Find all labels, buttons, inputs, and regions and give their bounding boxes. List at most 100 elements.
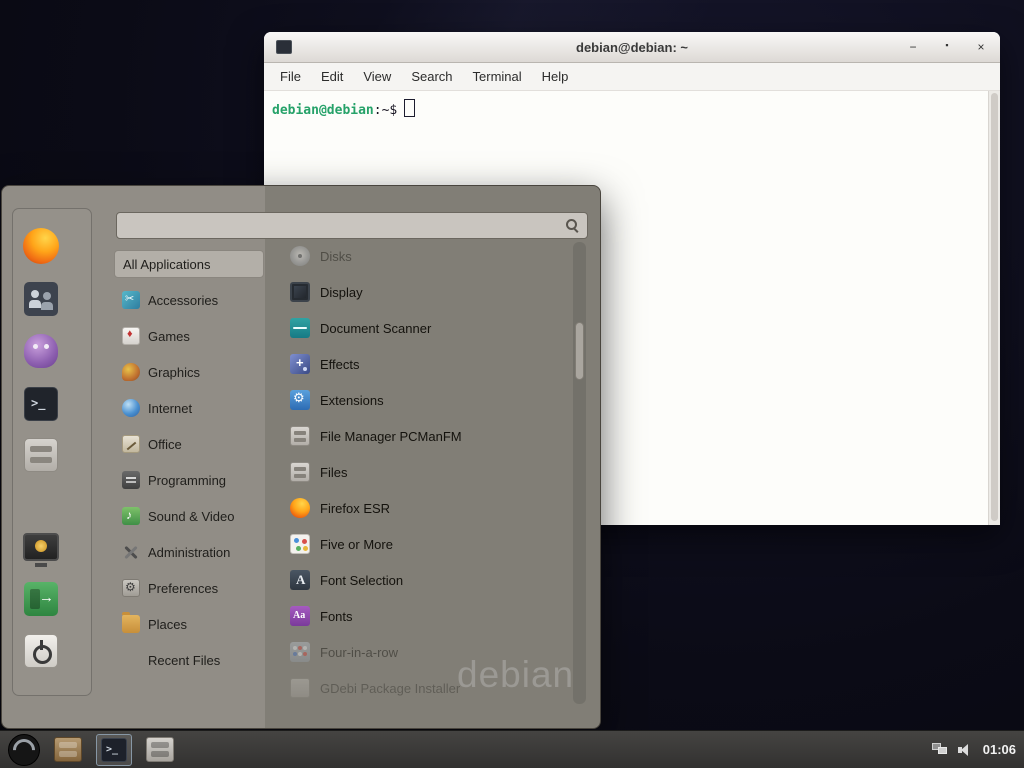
lock-screen-icon	[23, 533, 59, 561]
terminal-cursor	[404, 99, 415, 117]
font-selection-icon	[290, 570, 310, 590]
app-label: Disks	[320, 249, 352, 264]
category-label: Administration	[148, 545, 230, 560]
category-programming[interactable]: Programming	[114, 466, 264, 494]
app-item-files[interactable]: Files	[290, 458, 572, 486]
bottom-panel: 01:06	[0, 730, 1024, 768]
app-item-effects[interactable]: Effects	[290, 350, 572, 378]
desktop[interactable]: debian@debian: ~ − ▪ × File Edit View Se…	[0, 0, 1024, 768]
terminal-icon	[101, 738, 127, 762]
places-icon	[122, 615, 140, 633]
favorite-terminal[interactable]	[19, 382, 63, 426]
maximize-button[interactable]: ▪	[940, 41, 954, 53]
terminal-menubar: File Edit View Search Terminal Help	[264, 63, 1000, 91]
applications-menu: debian All Applications Accessories Game…	[1, 185, 601, 729]
menu-help[interactable]: Help	[532, 69, 579, 84]
administration-icon	[122, 543, 140, 561]
terminal-scrollbar-thumb[interactable]	[991, 93, 998, 521]
category-all-applications[interactable]: All Applications	[114, 250, 264, 278]
menu-search-box[interactable]	[116, 212, 588, 239]
sound-video-icon	[122, 507, 140, 525]
favorite-lock-screen[interactable]	[19, 525, 63, 569]
taskbar-filemanager[interactable]	[50, 734, 86, 766]
app-item-four-in-a-row[interactable]: Four-in-a-row	[290, 638, 572, 666]
app-label: Fonts	[320, 609, 353, 624]
taskbar-terminal[interactable]	[96, 734, 132, 766]
search-icon	[566, 219, 579, 232]
close-button[interactable]: ×	[974, 41, 988, 53]
volume-icon[interactable]	[958, 743, 973, 756]
file-manager-icon	[24, 438, 58, 472]
category-label: Recent Files	[148, 653, 220, 668]
pcmanfm-icon	[290, 426, 310, 446]
category-preferences[interactable]: Preferences	[114, 574, 264, 602]
menu-file[interactable]: File	[270, 69, 311, 84]
effects-icon	[290, 354, 310, 374]
logout-icon	[24, 582, 58, 616]
accessories-icon	[122, 291, 140, 309]
app-item-display[interactable]: Display	[290, 278, 572, 306]
category-label: Sound & Video	[148, 509, 235, 524]
app-label: GDebi Package Installer	[320, 681, 460, 696]
favorite-pidgin[interactable]	[19, 329, 63, 373]
app-item-firefox-esr[interactable]: Firefox ESR	[290, 494, 572, 522]
app-label: Font Selection	[320, 573, 403, 588]
firefox-icon	[290, 498, 310, 518]
category-places[interactable]: Places	[114, 610, 264, 638]
menu-edit[interactable]: Edit	[311, 69, 353, 84]
category-games[interactable]: Games	[114, 322, 264, 350]
terminal-titlebar[interactable]: debian@debian: ~ − ▪ ×	[264, 32, 1000, 63]
taskbar-files[interactable]	[142, 734, 178, 766]
four-in-a-row-icon	[290, 642, 310, 662]
app-item-disks[interactable]: Disks	[290, 242, 572, 270]
terminal-scrollbar[interactable]	[988, 91, 1000, 525]
category-label: Preferences	[148, 581, 218, 596]
search-input[interactable]	[125, 217, 566, 234]
category-label: Office	[148, 437, 182, 452]
prompt-path: :~$	[374, 103, 397, 118]
app-item-font-selection[interactable]: Font Selection	[290, 566, 572, 594]
category-administration[interactable]: Administration	[114, 538, 264, 566]
app-label: Four-in-a-row	[320, 645, 398, 660]
menu-search[interactable]: Search	[401, 69, 462, 84]
favorite-logout[interactable]	[19, 577, 63, 621]
pidgin-icon	[24, 334, 58, 368]
apps-scrollbar[interactable]	[573, 242, 586, 704]
app-item-gdebi[interactable]: GDebi Package Installer	[290, 674, 572, 702]
category-office[interactable]: Office	[114, 430, 264, 458]
favorite-firefox[interactable]	[19, 224, 63, 268]
network-icon[interactable]	[932, 743, 948, 756]
minimize-button[interactable]: −	[906, 41, 920, 53]
category-internet[interactable]: Internet	[114, 394, 264, 422]
favorite-shutdown[interactable]	[19, 629, 63, 673]
app-item-pcmanfm[interactable]: File Manager PCManFM	[290, 422, 572, 450]
app-item-extensions[interactable]: Extensions	[290, 386, 572, 414]
five-or-more-icon	[290, 534, 310, 554]
app-label: Files	[320, 465, 347, 480]
favorite-files[interactable]	[19, 433, 63, 477]
category-sound-video[interactable]: Sound & Video	[114, 502, 264, 530]
app-label: Effects	[320, 357, 360, 372]
programming-icon	[122, 471, 140, 489]
file-manager-icon	[54, 737, 82, 762]
clock[interactable]: 01:06	[983, 742, 1016, 757]
app-item-fonts[interactable]: Fonts	[290, 602, 572, 630]
app-label: Display	[320, 285, 363, 300]
menu-button[interactable]	[8, 734, 40, 766]
app-item-five-or-more[interactable]: Five or More	[290, 530, 572, 558]
menu-view[interactable]: View	[353, 69, 401, 84]
app-item-document-scanner[interactable]: Document Scanner	[290, 314, 572, 342]
office-icon	[122, 435, 140, 453]
apps-scrollbar-thumb[interactable]	[575, 322, 584, 380]
category-graphics[interactable]: Graphics	[114, 358, 264, 386]
graphics-icon	[122, 363, 140, 381]
category-label: Accessories	[148, 293, 218, 308]
category-recent-files[interactable]: Recent Files	[114, 646, 264, 674]
internet-icon	[122, 399, 140, 417]
favorite-users[interactable]	[19, 277, 63, 321]
prompt-user-host: debian@debian	[272, 103, 374, 118]
category-accessories[interactable]: Accessories	[114, 286, 264, 314]
menu-terminal[interactable]: Terminal	[463, 69, 532, 84]
app-label: Five or More	[320, 537, 393, 552]
firefox-icon	[23, 228, 59, 264]
